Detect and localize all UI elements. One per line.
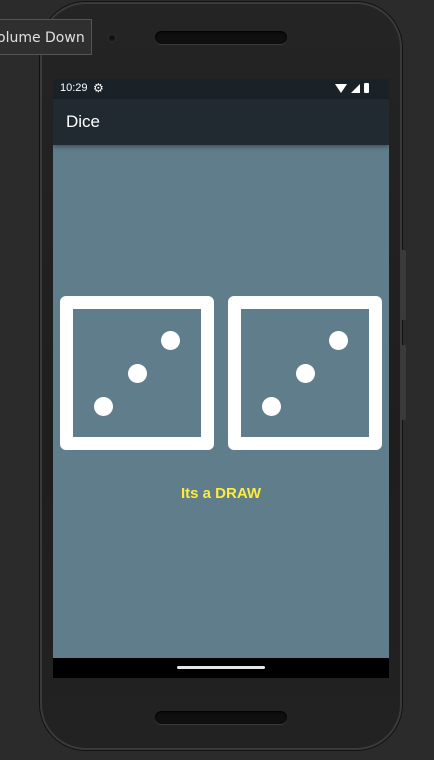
home-gesture-handle[interactable] — [177, 666, 265, 669]
die-pip — [161, 331, 180, 350]
app-title: Dice — [66, 112, 101, 131]
dice-left[interactable] — [60, 296, 214, 450]
volume-down-tooltip: olume Down — [0, 19, 92, 55]
earpiece-speaker — [155, 31, 287, 44]
navigation-bar — [53, 658, 389, 678]
status-bar: 10:29 ⚙ — [53, 79, 389, 99]
die-pip — [329, 331, 348, 350]
status-time: 10:29 — [60, 82, 88, 94]
app-bar: Dice — [53, 99, 389, 145]
battery-icon — [364, 83, 369, 93]
die-pip — [128, 364, 147, 383]
die-pip — [94, 397, 113, 416]
power-button[interactable] — [402, 345, 406, 420]
volume-button[interactable] — [402, 250, 406, 320]
gear-icon: ⚙ — [93, 81, 104, 95]
wifi-icon — [335, 84, 347, 93]
phone-screen: 10:29 ⚙ Dice Its a DRAW — [53, 79, 389, 678]
status-icons — [335, 83, 369, 93]
bottom-speaker — [155, 711, 287, 724]
dice-right[interactable] — [228, 296, 382, 450]
front-camera — [108, 34, 116, 42]
die-pip — [296, 364, 315, 383]
die-pip — [262, 397, 281, 416]
signal-icon — [351, 84, 360, 93]
result-text: Its a DRAW — [180, 485, 261, 502]
